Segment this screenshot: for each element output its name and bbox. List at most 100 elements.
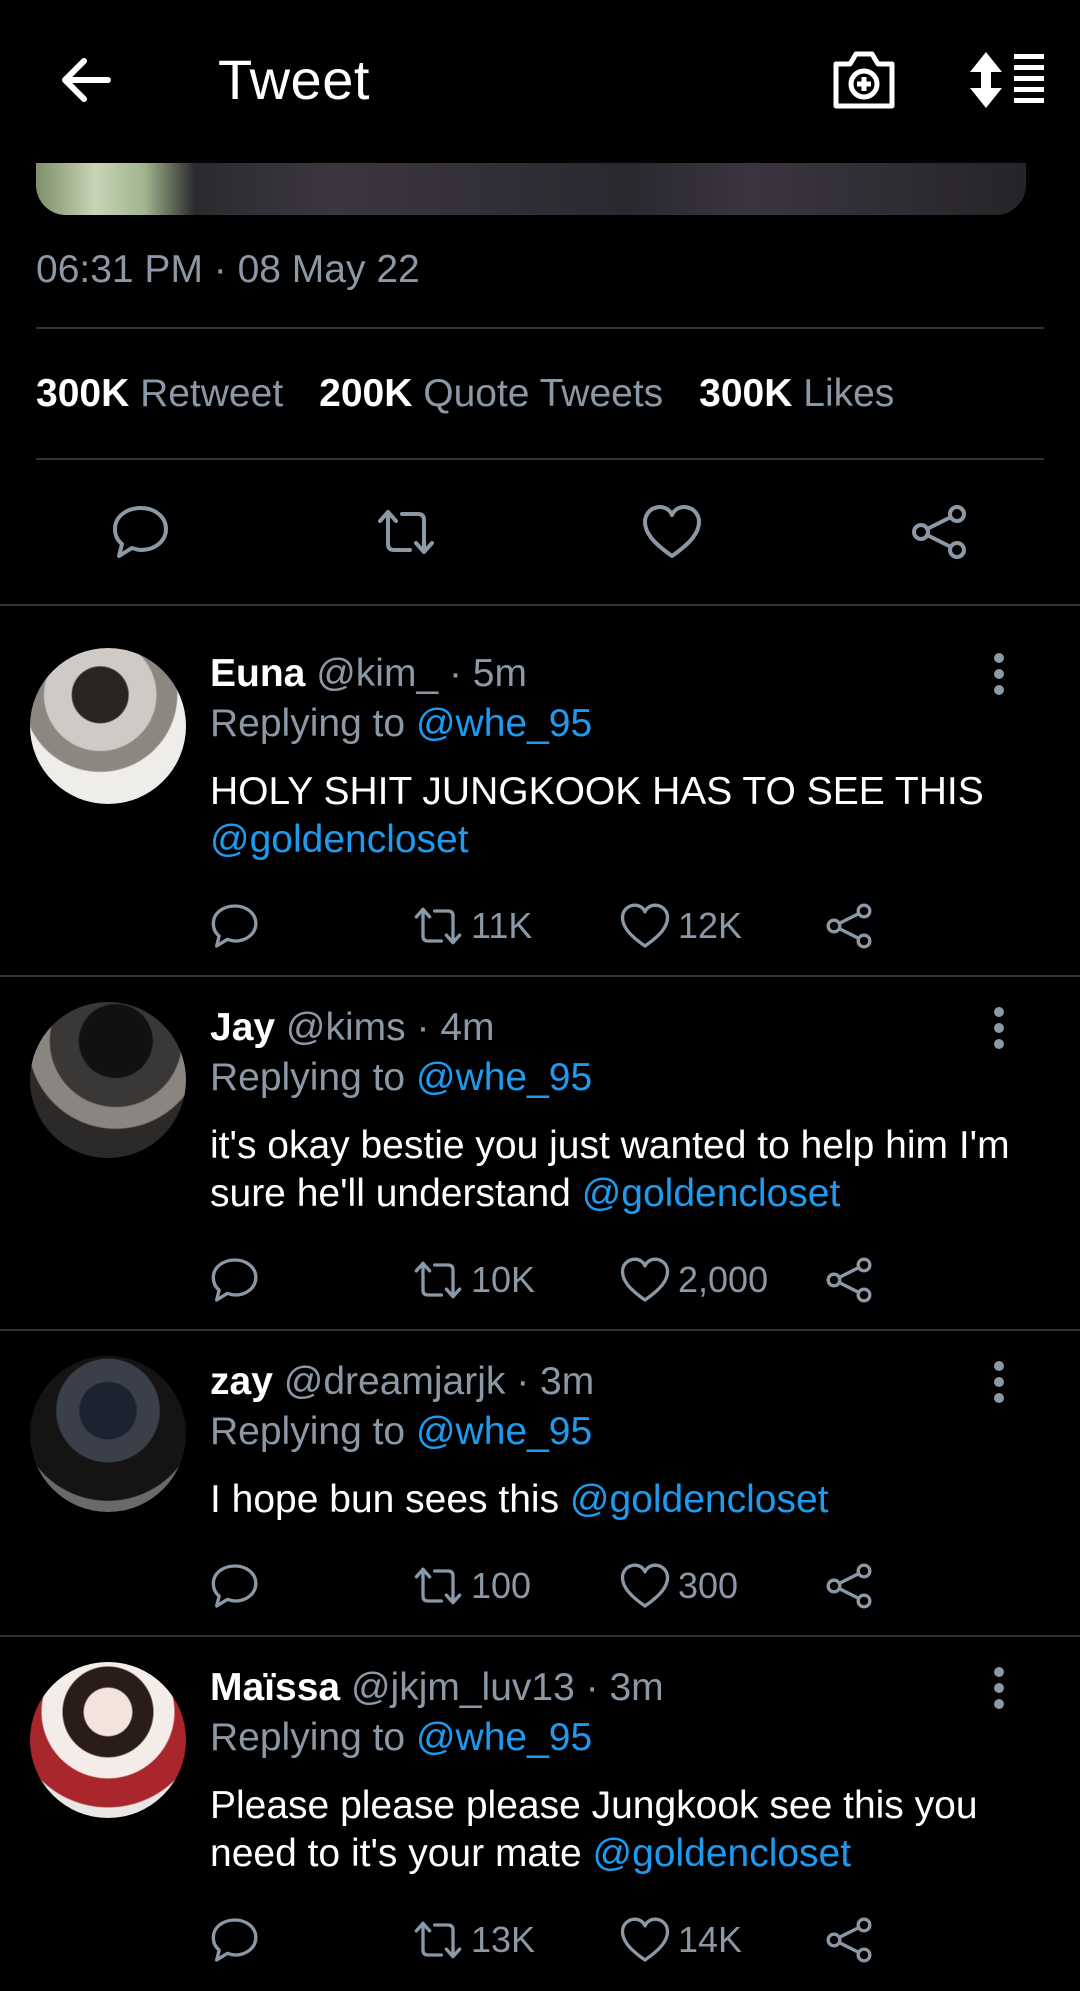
reply-button[interactable] — [210, 1252, 268, 1308]
quote-count[interactable]: 200K Quote Tweets — [319, 372, 663, 415]
like-count: 2,000 — [678, 1259, 769, 1300]
reply-actions: 11K 12K — [210, 898, 910, 958]
reply-button[interactable] — [210, 1558, 268, 1614]
retweet-button[interactable]: 100 — [413, 1558, 531, 1614]
reply-icon — [211, 1564, 258, 1608]
tweet-media[interactable] — [36, 163, 1026, 215]
tweet-timestamp: 06:31 PM · 08 May 22 — [36, 248, 420, 291]
reply-text: it's okay bestie you just wanted to help… — [210, 1124, 1010, 1215]
share-button[interactable] — [824, 1252, 882, 1308]
retweet-button[interactable]: 11K — [413, 898, 532, 954]
tweet-stats: 300K Retweet 200K Quote Tweets 300K Likes — [36, 372, 894, 416]
replying-to-mention[interactable]: @whe_95 — [416, 1056, 592, 1099]
retweet-button[interactable]: 13K — [413, 1912, 535, 1968]
like-count: 14K — [678, 1919, 743, 1960]
reply-icon — [211, 1918, 258, 1962]
more-vertical-icon[interactable] — [984, 652, 1014, 696]
mention-link[interactable]: @goldencloset — [570, 1478, 829, 1521]
share-icon — [826, 1917, 872, 1963]
page-title: Tweet — [218, 48, 370, 111]
reply-actions: 100 300 — [210, 1558, 910, 1618]
user-handle[interactable]: @kim_ — [316, 652, 438, 695]
mention-link[interactable]: @goldencloset — [593, 1832, 852, 1875]
heart-icon — [620, 1563, 670, 1608]
mention-link[interactable]: @goldencloset — [210, 818, 469, 861]
retweet-icon — [414, 907, 462, 945]
more-vertical-icon[interactable] — [984, 1006, 1014, 1050]
avatar[interactable] — [30, 648, 186, 804]
user-name[interactable]: Euna — [210, 652, 305, 695]
avatar[interactable] — [30, 1356, 186, 1512]
reply-actions: 10K 2,000 — [210, 1252, 910, 1312]
like-count: 12K — [678, 905, 743, 946]
share-icon — [826, 903, 872, 949]
retweet-count: 11K — [471, 905, 533, 946]
retweet-button[interactable]: 10K — [413, 1252, 535, 1308]
retweet-count: 13K — [471, 1919, 536, 1960]
divider — [36, 327, 1044, 329]
likes-count[interactable]: 300K Likes — [699, 372, 894, 415]
reply-button[interactable] — [210, 1912, 268, 1968]
divider — [0, 975, 1080, 977]
replying-to: Replying to @whe_95 — [210, 702, 593, 745]
replying-to-mention[interactable]: @whe_95 — [416, 1716, 592, 1759]
reply-time: · 3m — [585, 1666, 664, 1709]
more-vertical-icon[interactable] — [984, 1666, 1014, 1710]
reply-text: Please please please Jungkook see this y… — [210, 1784, 978, 1875]
user-handle[interactable]: @dreamjarjk — [284, 1360, 506, 1403]
avatar[interactable] — [30, 1002, 186, 1158]
retweet-icon — [414, 1921, 462, 1959]
camera-plus-icon[interactable] — [830, 48, 898, 112]
reply-actions: 13K 14K — [210, 1912, 910, 1972]
replying-to: Replying to @whe_95 — [210, 1716, 593, 1759]
reply-time: · 4m — [416, 1006, 495, 1049]
share-button[interactable] — [824, 1912, 882, 1968]
user-name[interactable]: zay — [210, 1360, 273, 1403]
reply-icon[interactable] — [111, 502, 171, 562]
reply-time: · 3m — [516, 1360, 595, 1403]
reply-button[interactable] — [210, 898, 268, 954]
reply-icon — [211, 1258, 258, 1302]
like-button[interactable]: 14K — [620, 1912, 742, 1968]
heart-icon — [620, 1257, 670, 1302]
share-icon — [826, 1257, 872, 1303]
like-button[interactable]: 2,000 — [620, 1252, 768, 1308]
user-handle[interactable]: @jkjm_luv13 — [351, 1666, 575, 1709]
retweet-icon[interactable] — [376, 502, 436, 562]
user-handle[interactable]: @kims — [286, 1006, 406, 1049]
divider — [36, 458, 1044, 460]
like-count: 300 — [678, 1565, 739, 1606]
replying-to-mention[interactable]: @whe_95 — [416, 702, 592, 745]
share-icon — [826, 1563, 872, 1609]
heart-icon — [620, 1917, 670, 1962]
mention-link[interactable]: @goldencloset — [582, 1172, 841, 1215]
reply-time: · 5m — [448, 652, 527, 695]
retweet-count[interactable]: 300K Retweet — [36, 372, 283, 415]
replying-to: Replying to @whe_95 — [210, 1056, 593, 1099]
reply-text: HOLY SHIT JUNGKOOK HAS TO SEE THIS @golde… — [210, 770, 984, 861]
like-button[interactable]: 300 — [620, 1558, 738, 1614]
retweet-icon — [414, 1261, 462, 1299]
user-name[interactable]: Maïssa — [210, 1666, 340, 1709]
retweet-count: 10K — [471, 1259, 536, 1300]
replying-to: Replying to @whe_95 — [210, 1410, 593, 1453]
arrow-left-icon[interactable] — [58, 52, 114, 108]
avatar[interactable] — [30, 1662, 186, 1818]
user-name[interactable]: Jay — [210, 1006, 275, 1049]
replying-to-mention[interactable]: @whe_95 — [416, 1410, 592, 1453]
more-vertical-icon[interactable] — [984, 1360, 1014, 1404]
retweet-count: 100 — [471, 1565, 532, 1606]
like-button[interactable]: 12K — [620, 898, 742, 954]
share-button[interactable] — [824, 1558, 882, 1614]
share-button[interactable] — [824, 898, 882, 954]
reply-icon — [211, 904, 258, 948]
divider — [0, 1329, 1080, 1331]
retweet-icon — [414, 1567, 462, 1605]
divider — [0, 604, 1080, 606]
heart-icon — [620, 903, 670, 948]
sort-list-icon[interactable] — [970, 50, 1046, 110]
divider — [0, 1635, 1080, 1637]
heart-icon[interactable] — [642, 502, 702, 562]
share-icon[interactable] — [909, 502, 969, 562]
top-bar: Tweet — [0, 0, 1080, 160]
